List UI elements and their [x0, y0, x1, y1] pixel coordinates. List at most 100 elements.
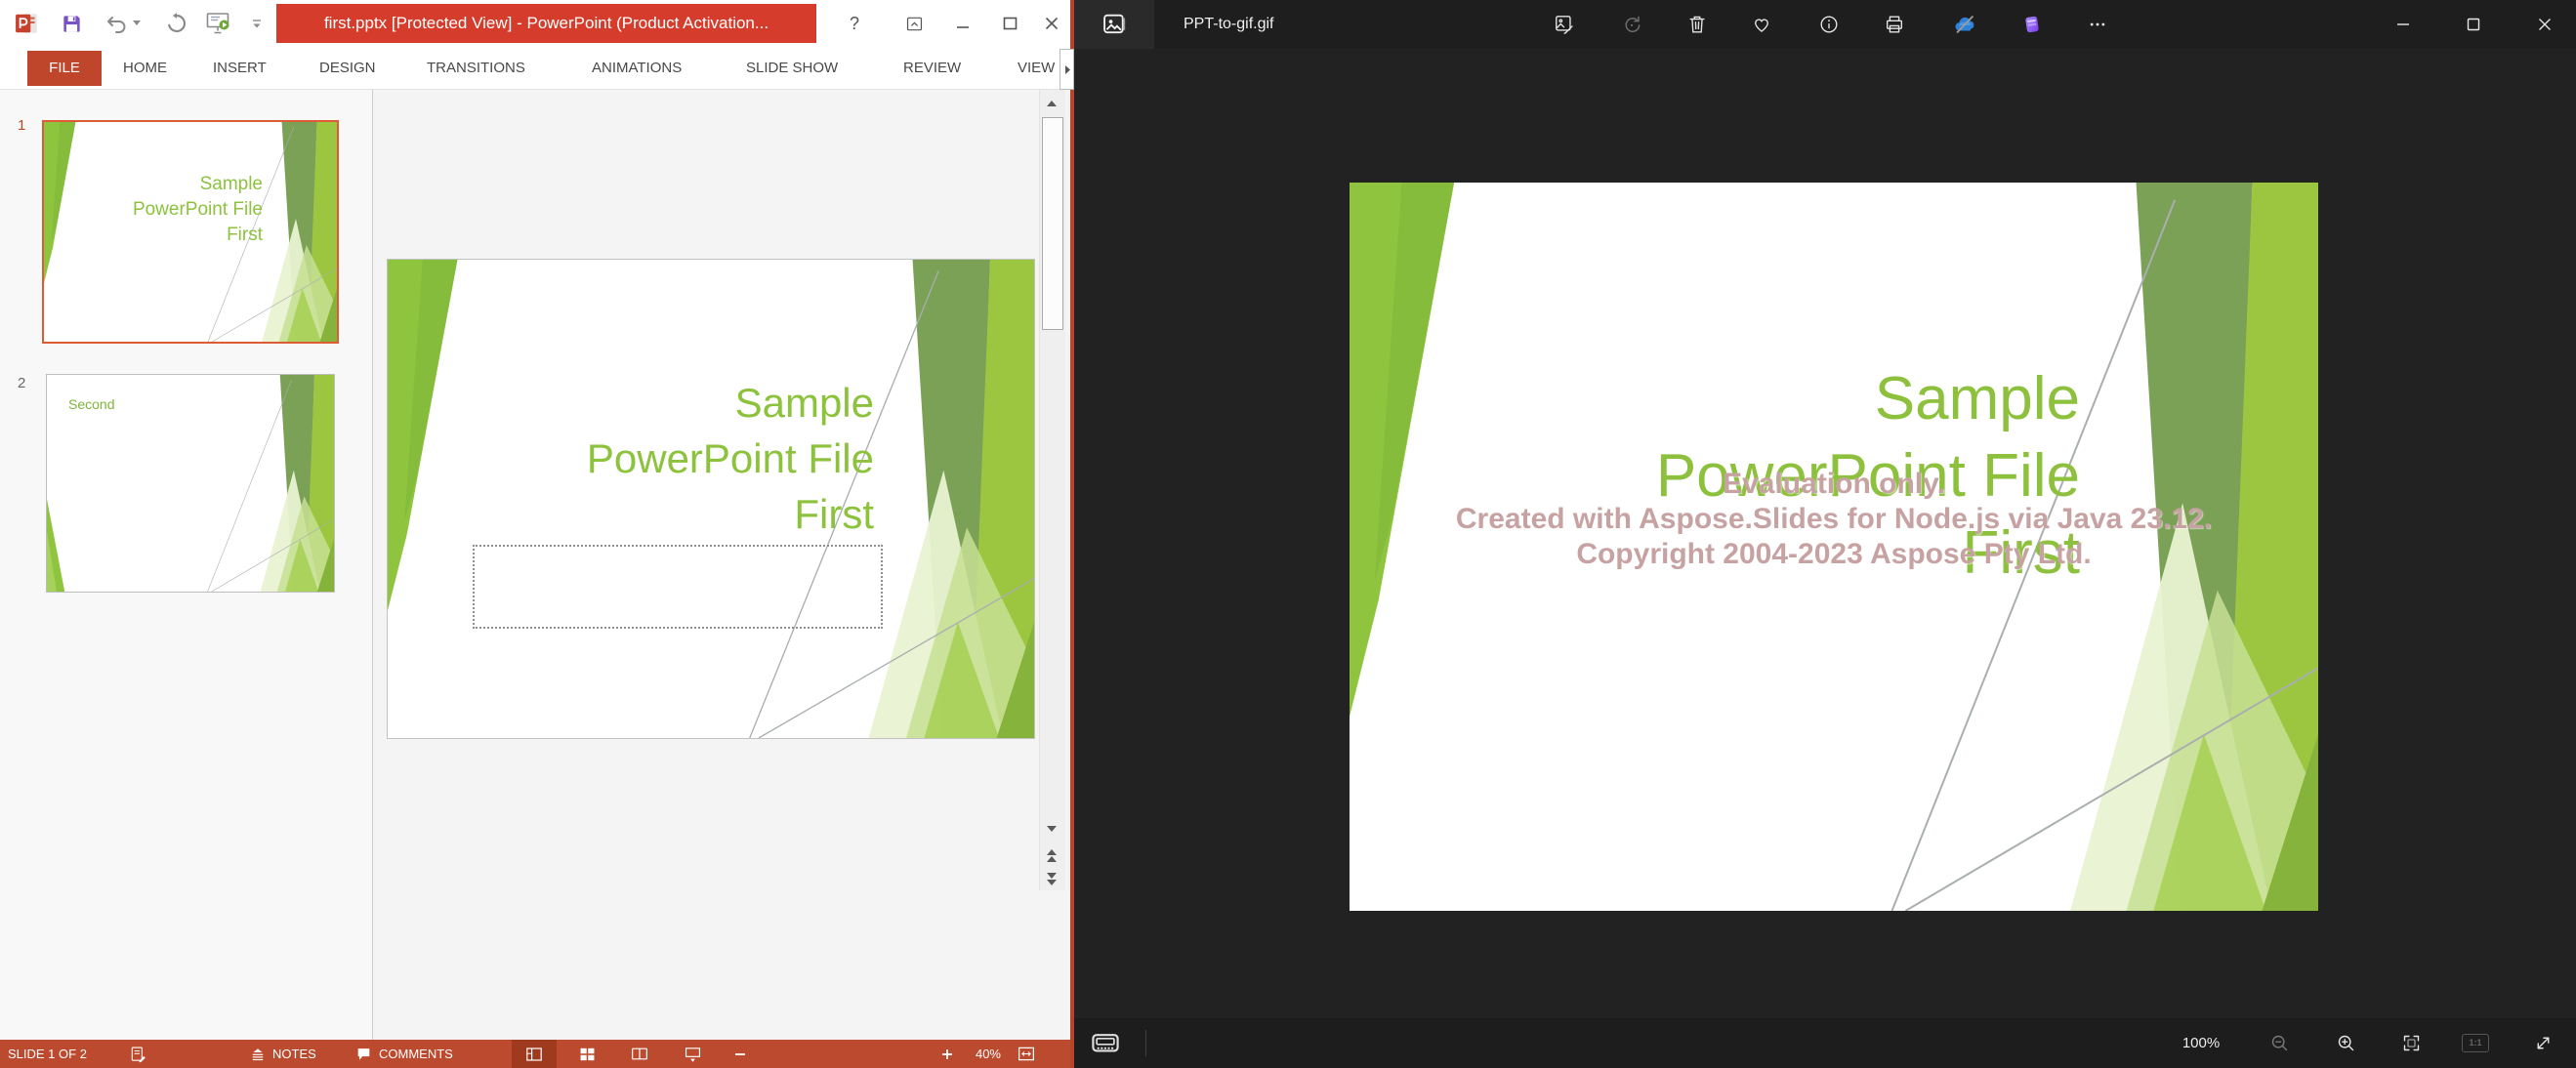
- next-slide-button[interactable]: [1039, 869, 1064, 888]
- tab-file[interactable]: FILE: [27, 51, 102, 86]
- spell-check-button[interactable]: [130, 1040, 146, 1068]
- favorite-button[interactable]: [1740, 3, 1783, 46]
- photos-zoom-out-button[interactable]: [2258, 1023, 2301, 1062]
- slide-1-thumbnail[interactable]: Sample PowerPoint File First: [42, 120, 339, 344]
- see-more-button[interactable]: [2076, 3, 2119, 46]
- delete-button[interactable]: [1676, 3, 1719, 46]
- heart-icon: [1751, 14, 1772, 35]
- notes-icon: [250, 1047, 266, 1061]
- undo-dropdown-caret[interactable]: [133, 21, 141, 26]
- double-chevron-up-icon: [1047, 856, 1057, 862]
- fit-slide-icon: [1018, 1046, 1035, 1062]
- photos-minimize-button[interactable]: [2373, 0, 2433, 49]
- slides-panel: 1 Sample PowerPoint File F: [0, 90, 373, 1040]
- powerpoint-window: first.pptx [Protected View] - PowerPoint…: [0, 0, 1074, 1068]
- tab-insert[interactable]: INSERT: [213, 47, 267, 90]
- rotate-button[interactable]: [1610, 3, 1653, 46]
- undo-button[interactable]: [100, 6, 145, 41]
- print-icon: [1884, 14, 1905, 35]
- onedrive-not-synced-icon: [1953, 13, 1976, 36]
- fit-to-window-button[interactable]: [2389, 1023, 2432, 1062]
- photos-maximize-button[interactable]: [2443, 0, 2504, 49]
- photos-zoom-percent: 100%: [2170, 1018, 2232, 1068]
- scroll-down-button[interactable]: [1039, 818, 1064, 840]
- slide-canvas[interactable]: Sample PowerPoint File First: [387, 259, 1035, 739]
- tab-home[interactable]: HOME: [123, 47, 167, 90]
- slide-show-icon: [685, 1047, 701, 1062]
- photos-bottom-bar: 100% 1:1: [1074, 1018, 2576, 1068]
- slide-sorter-icon: [579, 1047, 596, 1062]
- rotate-icon: [1621, 14, 1642, 35]
- tab-view[interactable]: VIEW: [1018, 47, 1055, 90]
- photos-app-icon: [1101, 11, 1128, 38]
- fit-slide-to-window-button[interactable]: [1018, 1040, 1035, 1068]
- actual-size-button[interactable]: 1:1: [2454, 1023, 2497, 1062]
- zoom-percent[interactable]: 40%: [962, 1040, 1001, 1068]
- normal-view-button[interactable]: [512, 1040, 557, 1068]
- ribbon-display-options-button[interactable]: [894, 0, 934, 47]
- photos-zoom-in-button[interactable]: [2324, 1023, 2367, 1062]
- tab-design[interactable]: DESIGN: [319, 47, 376, 90]
- print-button[interactable]: [1873, 3, 1916, 46]
- actual-size-icon: 1:1: [2462, 1034, 2489, 1052]
- photos-close-button[interactable]: [2514, 0, 2576, 49]
- slide-1-number: 1: [18, 117, 25, 134]
- tab-review[interactable]: REVIEW: [903, 47, 961, 90]
- scroll-up-button[interactable]: [1039, 93, 1064, 114]
- save-button[interactable]: [57, 6, 86, 41]
- file-info-button[interactable]: [1807, 3, 1850, 46]
- slide-2-thumbnail[interactable]: Second: [46, 374, 335, 593]
- zoom-in-icon: [2336, 1033, 2356, 1053]
- slide-show-view-button[interactable]: [670, 1040, 715, 1068]
- minus-icon: [734, 1048, 746, 1060]
- triangle-up-icon: [1047, 101, 1057, 106]
- powerpoint-logo-icon: [10, 6, 45, 41]
- close-button[interactable]: [1033, 0, 1070, 47]
- photos-window: PPT-to-gif.gif: [1074, 0, 2576, 1068]
- clipchamp-icon: [2021, 14, 2043, 35]
- help-button[interactable]: ?: [838, 0, 871, 47]
- slide-sorter-view-button[interactable]: [564, 1040, 609, 1068]
- maximize-button[interactable]: [990, 0, 1029, 47]
- ellipsis-icon: [2088, 15, 2107, 34]
- notes-button[interactable]: NOTES: [250, 1040, 316, 1068]
- onedrive-status-button[interactable]: [1943, 3, 1986, 46]
- edit-image-button[interactable]: [1543, 3, 1586, 46]
- filmstrip-toggle-button[interactable]: [1084, 1023, 1127, 1062]
- edit-image-icon: [1554, 14, 1575, 35]
- zoom-out-button[interactable]: [734, 1040, 746, 1068]
- minimize-button[interactable]: [943, 0, 982, 47]
- info-icon: [1818, 14, 1840, 35]
- viewed-image: Sample PowerPoint File First Evaluation …: [1350, 183, 2318, 911]
- clipchamp-button[interactable]: [2011, 3, 2054, 46]
- aspose-watermark: Evaluation only. Created with Aspose.Sli…: [1350, 467, 2318, 572]
- double-chevron-up-icon: [1047, 849, 1057, 855]
- editor-scrollbar-thumb[interactable]: [1042, 117, 1063, 330]
- customize-quick-access-button[interactable]: [246, 6, 268, 41]
- tab-slide-show[interactable]: SLIDE SHOW: [746, 47, 838, 90]
- subtitle-placeholder[interactable]: [473, 545, 883, 629]
- start-slideshow-button[interactable]: [199, 6, 238, 41]
- reading-view-button[interactable]: [617, 1040, 662, 1068]
- status-bar: SLIDE 1 OF 2 NOTES COMMENTS: [0, 1040, 1074, 1068]
- zoom-in-button[interactable]: [941, 1040, 953, 1068]
- tab-transitions[interactable]: TRANSITIONS: [427, 47, 525, 90]
- delete-icon: [1686, 14, 1708, 35]
- bottom-bar-divider: [1145, 1030, 1146, 1056]
- repeat-button[interactable]: [160, 6, 193, 41]
- close-icon: [2538, 18, 2552, 31]
- tab-scroll-right-button[interactable]: [1059, 49, 1074, 90]
- reading-view-icon: [631, 1047, 648, 1061]
- slide-2-number: 2: [18, 375, 25, 391]
- spell-check-icon: [130, 1046, 146, 1063]
- photos-gallery-button[interactable]: [1074, 0, 1154, 49]
- tab-animations[interactable]: ANIMATIONS: [592, 47, 682, 90]
- previous-slide-button[interactable]: [1039, 845, 1064, 865]
- filmstrip-toggle-icon: [1091, 1031, 1120, 1054]
- normal-view-icon: [525, 1047, 543, 1062]
- screen: first.pptx [Protected View] - PowerPoint…: [0, 0, 2576, 1068]
- comments-icon: [355, 1047, 372, 1062]
- slide-title-text[interactable]: Sample PowerPoint File First: [587, 375, 874, 542]
- photos-fullscreen-button[interactable]: [2521, 1023, 2564, 1062]
- comments-button[interactable]: COMMENTS: [355, 1040, 453, 1068]
